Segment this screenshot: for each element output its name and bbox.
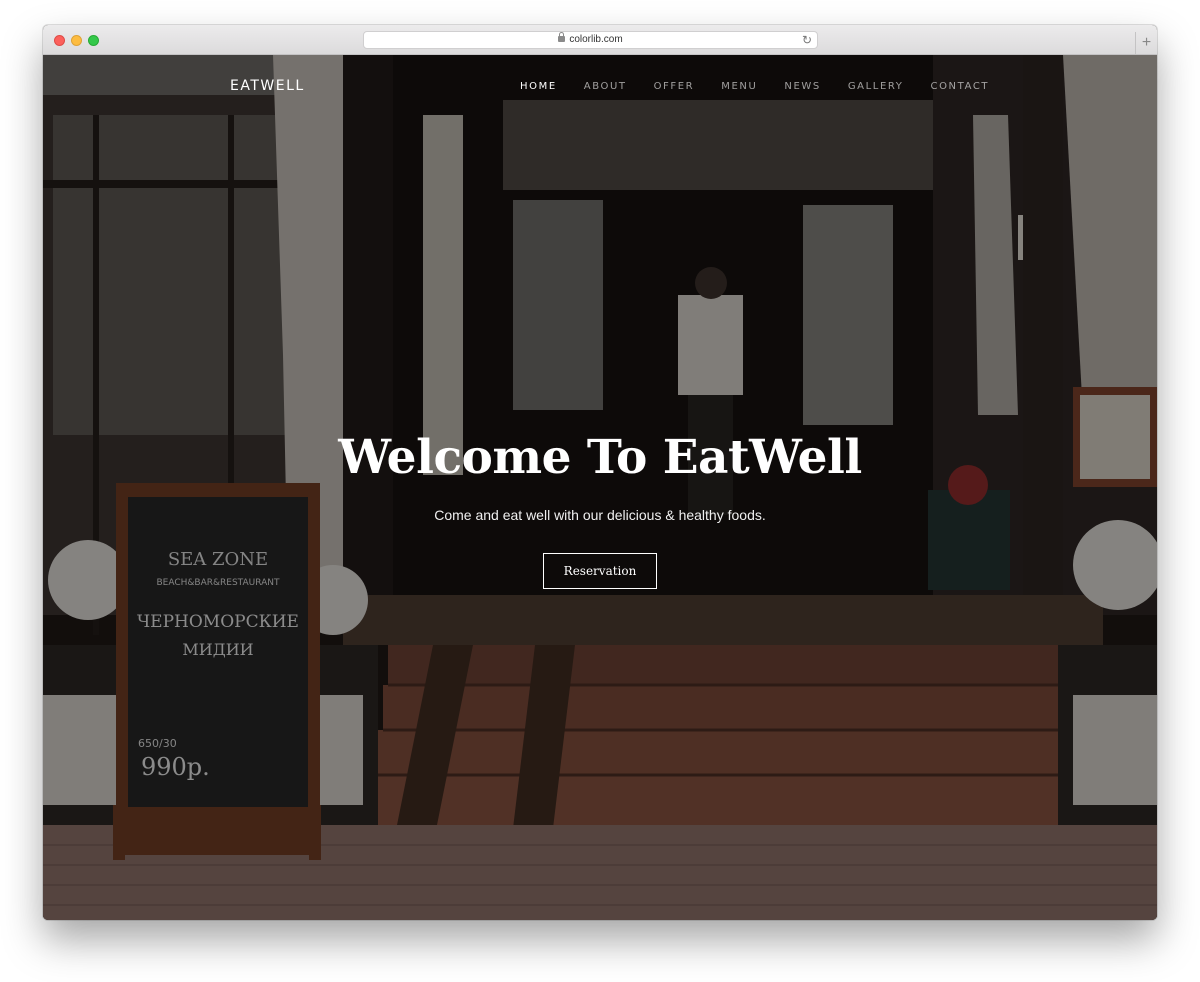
reservation-button[interactable]: Reservation [543, 553, 657, 589]
hero-subtitle: Come and eat well with our delicious & h… [434, 507, 766, 523]
nav-offer[interactable]: OFFER [654, 81, 695, 92]
reload-icon[interactable]: ↻ [802, 32, 812, 48]
nav-contact[interactable]: CONTACT [931, 81, 990, 92]
hero-section: SEA ZONE BEACH&BAR&RESTAURANT ЧЕРНОМОРСК… [43, 55, 1157, 920]
hero-dark-overlay [43, 55, 1157, 920]
browser-titlebar: colorlib.com ↻ + [43, 25, 1157, 55]
hero-title: Welcome To EatWell [338, 430, 862, 485]
nav-news[interactable]: NEWS [784, 81, 820, 92]
nav-menu[interactable]: MENU [721, 81, 757, 92]
maximize-window-button[interactable] [88, 35, 99, 46]
address-bar-url: colorlib.com [569, 34, 623, 45]
lock-icon [558, 32, 566, 42]
nav-home[interactable]: HOME [520, 81, 557, 92]
nav-gallery[interactable]: GALLERY [848, 81, 904, 92]
nav-about[interactable]: ABOUT [584, 81, 627, 92]
address-bar[interactable]: colorlib.com ↻ [363, 31, 818, 49]
browser-window: colorlib.com ↻ + SEA ZONE BEACH&BAR&REST… [43, 25, 1157, 920]
minimize-window-button[interactable] [71, 35, 82, 46]
site-logo[interactable]: EATWELL [230, 78, 305, 94]
close-window-button[interactable] [54, 35, 65, 46]
new-tab-button[interactable]: + [1135, 32, 1157, 55]
main-nav: HOME ABOUT OFFER MENU NEWS GALLERY CONTA… [520, 81, 1016, 92]
